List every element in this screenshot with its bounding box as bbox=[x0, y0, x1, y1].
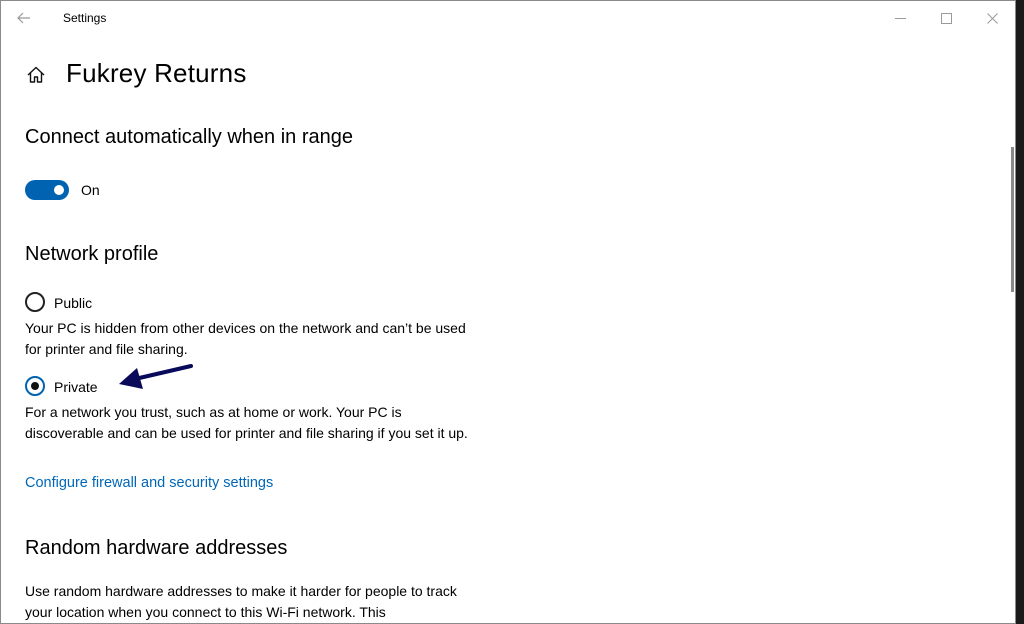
random-hw-description: Use random hardware addresses to make it… bbox=[25, 583, 457, 620]
configure-firewall-link[interactable]: Configure firewall and security settings bbox=[25, 475, 273, 491]
page-title: Fukrey Returns bbox=[66, 58, 247, 88]
public-radio[interactable] bbox=[25, 292, 45, 312]
minimize-button[interactable] bbox=[877, 1, 923, 35]
scrollbar-thumb[interactable] bbox=[1011, 147, 1014, 292]
public-radio-label[interactable]: Public bbox=[54, 295, 92, 311]
home-icon[interactable] bbox=[26, 65, 46, 85]
toggle-state-label: On bbox=[81, 182, 100, 198]
private-radio-label[interactable]: Private bbox=[54, 379, 98, 395]
network-profile-heading: Network profile bbox=[25, 243, 159, 265]
settings-window: Settings Fukrey Returns Connect automati… bbox=[0, 0, 1016, 624]
public-description: Your PC is hidden from other devices on … bbox=[25, 320, 466, 357]
connect-toggle[interactable] bbox=[25, 180, 69, 200]
maximize-icon bbox=[940, 12, 952, 24]
maximize-button[interactable] bbox=[923, 1, 969, 35]
annotation-arrow-icon bbox=[119, 364, 193, 389]
app-title: Settings bbox=[63, 11, 107, 25]
close-button[interactable] bbox=[969, 1, 1015, 35]
minimize-icon bbox=[894, 17, 906, 19]
private-radio[interactable] bbox=[25, 376, 45, 396]
window-controls bbox=[877, 1, 1015, 35]
connect-heading: Connect automatically when in range bbox=[25, 126, 353, 148]
back-button[interactable] bbox=[1, 1, 47, 35]
toggle-knob bbox=[54, 185, 64, 195]
scrollbar[interactable] bbox=[1009, 35, 1015, 623]
back-arrow-icon bbox=[17, 12, 30, 24]
close-icon bbox=[986, 12, 998, 24]
private-description: For a network you trust, such as at home… bbox=[25, 404, 468, 441]
random-hw-heading: Random hardware addresses bbox=[25, 537, 288, 559]
title-bar: Settings bbox=[1, 1, 1015, 35]
